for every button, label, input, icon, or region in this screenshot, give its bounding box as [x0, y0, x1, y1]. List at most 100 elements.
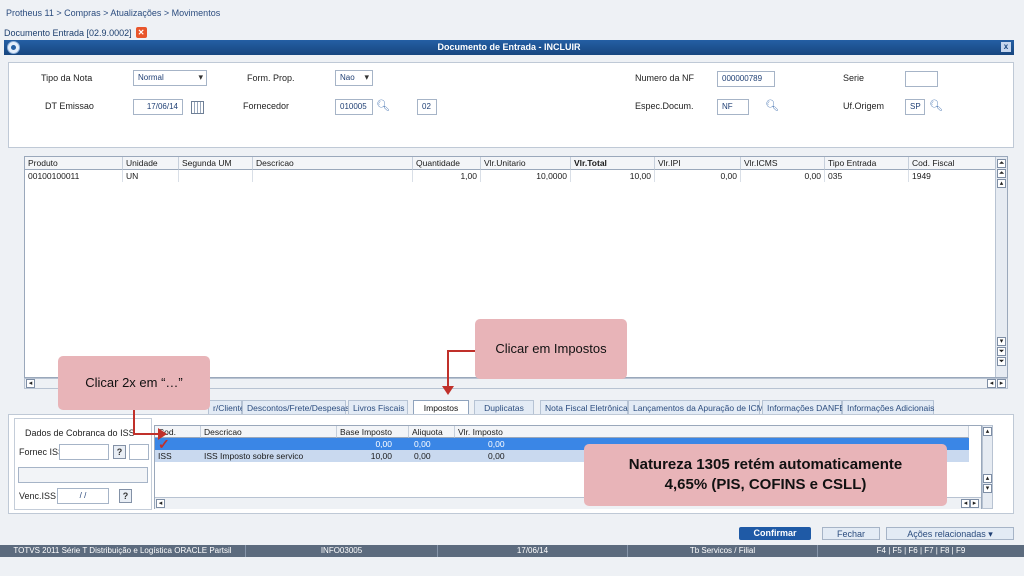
- tab-livros-fiscais[interactable]: Livros Fiscais: [348, 400, 408, 414]
- search-icon[interactable]: 🔍︎: [929, 100, 943, 112]
- fornecedor-label: Fornecedor: [243, 101, 290, 111]
- table-cell: 0,00: [414, 439, 431, 449]
- venc-iss-input[interactable]: / /: [57, 488, 109, 504]
- espec-docum-input[interactable]: NF: [717, 99, 749, 115]
- scroll-down-icon[interactable]: ▾: [997, 337, 1006, 346]
- tab-duplicatas[interactable]: Duplicatas: [474, 400, 534, 414]
- tipo-nota-label: Tipo da Nota: [41, 73, 93, 83]
- dt-emissao-label: DT Emissao: [45, 101, 94, 111]
- column-header[interactable]: Quantidade: [413, 157, 481, 170]
- callout-natureza-line1: Natureza 1305 retém automaticamente: [628, 456, 903, 473]
- scroll-top-icon[interactable]: ⏶: [997, 159, 1006, 168]
- tipo-nota-select[interactable]: Normal: [133, 70, 207, 86]
- column-header[interactable]: Vlr. Imposto: [455, 426, 969, 438]
- window-title-bar: Documento de Entrada - INCLUIR x: [4, 40, 1014, 55]
- tab-cliente[interactable]: r/Cliente: [208, 400, 245, 414]
- status-company: TOTVS 2011 Série T Distribuição e Logíst…: [0, 545, 246, 557]
- serie-label: Serie: [843, 73, 865, 83]
- close-icon[interactable]: ✕: [135, 27, 147, 38]
- search-icon[interactable]: 🔍︎: [376, 100, 390, 112]
- table-cell: 0,00: [375, 439, 392, 449]
- callout-natureza: Natureza 1305 retém automaticamente 4,65…: [584, 444, 947, 506]
- fechar-button[interactable]: Fechar: [822, 527, 880, 540]
- form-prop-label: Form. Prop.: [247, 73, 295, 83]
- fornec-iss-lookup-button[interactable]: ?: [113, 445, 126, 459]
- uf-origem-label: Uf.Origem: [843, 101, 885, 111]
- table-cell: ISS Imposto sobre servico: [204, 451, 304, 461]
- numero-nf-input[interactable]: 000000789: [717, 71, 775, 87]
- search-icon[interactable]: 🔍︎: [765, 100, 779, 112]
- form-prop-select[interactable]: Nao: [335, 70, 373, 86]
- scroll-right-icon[interactable]: ▸: [997, 379, 1006, 388]
- table-cell: 1949: [909, 170, 996, 182]
- column-header[interactable]: Cod. Fiscal: [909, 157, 996, 170]
- column-header[interactable]: Segunda UM: [179, 157, 253, 170]
- window-close-button[interactable]: x: [1001, 42, 1011, 52]
- calendar-icon[interactable]: [191, 101, 204, 114]
- vertical-scrollbar[interactable]: ▴ ▴ ▾: [982, 425, 993, 509]
- confirmar-button[interactable]: Confirmar: [739, 527, 811, 540]
- fornec-iss-input[interactable]: [59, 444, 109, 460]
- column-header[interactable]: Vlr.Unitario: [481, 157, 571, 170]
- status-shortcuts: F4 | F5 | F6 | F7 | F8 | F9: [876, 546, 966, 555]
- serie-input[interactable]: [905, 71, 938, 87]
- column-header[interactable]: Base Imposto: [337, 426, 409, 438]
- scroll-right-icon[interactable]: ▸: [970, 499, 979, 508]
- column-header[interactable]: Produto: [25, 157, 123, 170]
- window-title: Documento de Entrada - INCLUIR: [437, 42, 581, 52]
- document-tab-label: Documento Entrada [02.9.0002]: [4, 27, 132, 38]
- scroll-page-down-icon[interactable]: ⏷: [997, 347, 1006, 356]
- column-header[interactable]: Aliquota: [409, 426, 455, 438]
- table-cell: 00100100011: [25, 170, 123, 182]
- table-cell: 0,00: [414, 451, 431, 461]
- tab-lancamentos-icms[interactable]: Lançamentos da Apuração de ICMS: [628, 400, 770, 414]
- table-cell: 10,0000: [481, 170, 571, 182]
- acoes-relacionadas-button[interactable]: Ações relacionadas ▾: [886, 527, 1014, 540]
- status-bar: TOTVS 2011 Série T Distribuição e Logíst…: [0, 545, 1024, 557]
- column-header[interactable]: Descricao: [201, 426, 337, 438]
- scroll-page-up-icon[interactable]: ▴: [983, 474, 992, 483]
- scroll-up-icon[interactable]: ▴: [983, 427, 992, 436]
- tab-informacoes-adicionais[interactable]: Informações Adicionais: [842, 400, 934, 414]
- scroll-page-up-icon[interactable]: ⏶: [997, 169, 1006, 178]
- scroll-down-icon[interactable]: ▾: [983, 484, 992, 493]
- scroll-bottom-icon[interactable]: ⏷: [997, 357, 1006, 366]
- tab-nota-fiscal-eletronica[interactable]: Nota Fiscal Eletrônica: [540, 400, 628, 414]
- scroll-left-icon[interactable]: ◂: [26, 379, 35, 388]
- table-cell: [179, 170, 253, 182]
- chevron-down-icon: ▾: [988, 529, 993, 539]
- table-cell: [201, 438, 337, 450]
- table-cell: 10,00: [370, 451, 392, 461]
- column-header[interactable]: Tipo Entrada: [825, 157, 909, 170]
- fornec-iss-name-field: [18, 467, 148, 483]
- scroll-left-end-icon[interactable]: ◂: [987, 379, 996, 388]
- callout-natureza-line2: 4,65% (PIS, COFINS e CSLL): [664, 476, 867, 493]
- scroll-left-icon[interactable]: ◂: [156, 499, 165, 508]
- table-cell: 035: [825, 170, 909, 182]
- acoes-relacionadas-label: Ações relacionadas: [907, 529, 986, 539]
- callout-arrow-line: [447, 350, 449, 388]
- dt-emissao-input[interactable]: 17/06/14: [133, 99, 183, 115]
- table-cell: 10,00: [571, 170, 655, 182]
- tab-descontos[interactable]: Descontos/Frete/Despesas: [242, 400, 350, 414]
- tab-impostos[interactable]: Impostos: [413, 400, 469, 414]
- column-header[interactable]: Vlr.Total: [571, 157, 655, 170]
- loja-input[interactable]: 02: [417, 99, 437, 115]
- callout-dots: Clicar 2x em “…”: [58, 356, 210, 410]
- cobranca-iss-title: Dados de Cobranca do ISS: [25, 428, 135, 438]
- vertical-scrollbar[interactable]: ⏶ ⏶ ▴ ▾ ⏷ ⏷: [995, 157, 1007, 377]
- column-header[interactable]: Unidade: [123, 157, 179, 170]
- column-header[interactable]: Vlr.IPI: [655, 157, 741, 170]
- table-cell: 0,00: [655, 170, 741, 182]
- scroll-left-end-icon[interactable]: ◂: [961, 499, 970, 508]
- venc-iss-lookup-button[interactable]: ?: [119, 489, 132, 503]
- numero-nf-label: Numero da NF: [635, 73, 695, 83]
- column-header[interactable]: Vlr.ICMS: [741, 157, 825, 170]
- uf-origem-input[interactable]: SP: [905, 99, 925, 115]
- fornec-iss-loja-input[interactable]: [129, 444, 149, 460]
- tab-informacoes-danfe[interactable]: Informações DANFE: [762, 400, 845, 414]
- fornecedor-input[interactable]: 010005: [335, 99, 373, 115]
- document-tab[interactable]: Documento Entrada [02.9.0002] ✕: [4, 27, 147, 38]
- column-header[interactable]: Descricao: [253, 157, 413, 170]
- scroll-up-icon[interactable]: ▴: [997, 179, 1006, 188]
